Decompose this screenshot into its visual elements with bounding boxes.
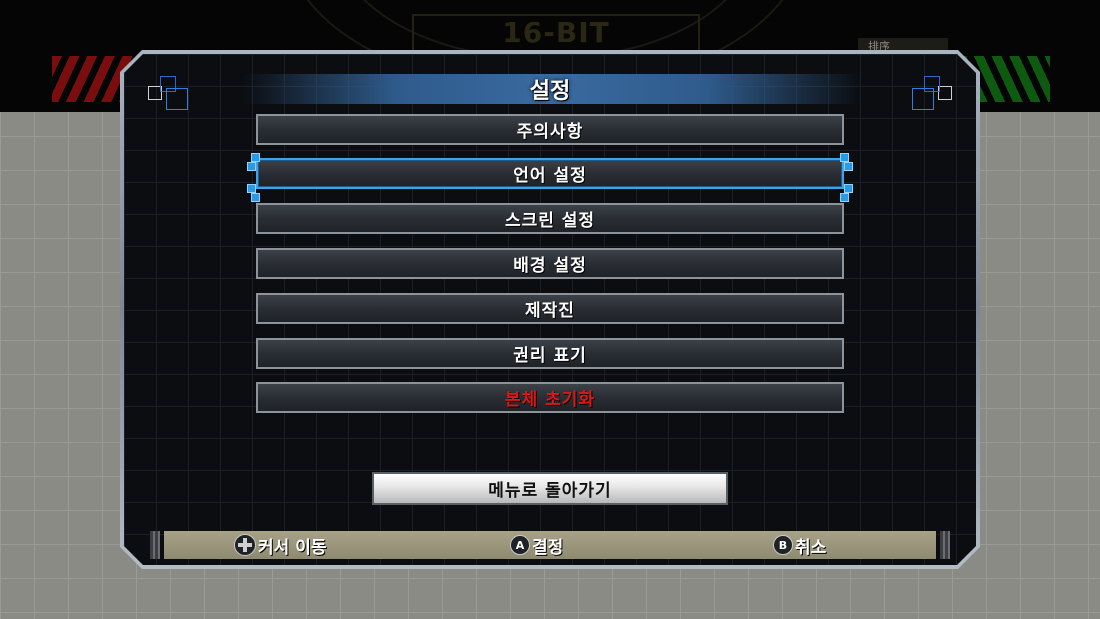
footer-cap-left [150,531,160,559]
menu-item-language-settings[interactable]: 언어 설정 [256,158,844,189]
hint-cancel: B 취소 [773,531,826,559]
back-to-menu-button[interactable]: 메뉴로 돌아가기 [372,472,728,505]
selection-handle [840,153,849,162]
selection-handle [247,184,256,193]
menu-item-label: 본체 초기화 [504,390,596,410]
menu-item-label: 권리 표기 [513,346,587,366]
selection-handle [844,162,853,171]
selection-handle [251,153,260,162]
footer-cap-right [940,531,950,559]
menu-item-background-settings[interactable]: 배경 설정 [256,248,844,279]
menu-item-factory-reset[interactable]: 본체 초기화 [256,382,844,413]
menu-item-credits[interactable]: 제작진 [256,293,844,324]
selection-handle [844,184,853,193]
corner-squares-icon [910,70,954,110]
menu-item-copyright[interactable]: 권리 표기 [256,338,844,369]
menu-item-label: 스크린 설정 [504,211,596,231]
background-logo: 16-BIT [502,16,610,49]
controls-footer: 커서 이동 A 결정 B 취소 [164,531,936,559]
dialog-title: 설정 [529,79,571,104]
menu-item-screen-settings[interactable]: 스크린 설정 [256,203,844,234]
selection-handle [247,162,256,171]
settings-dialog-panel: 설정 주의사항 언어 설정 스크린 설정 배경 설정 제작진 권리 표기 본체 … [124,54,976,565]
hint-move-cursor: 커서 이동 [234,531,326,559]
selection-handle [251,193,260,202]
menu-item-label: 주의사항 [516,122,584,142]
corner-squares-icon [146,70,190,110]
back-to-menu-label: 메뉴로 돌아가기 [488,481,612,501]
settings-dialog: 설정 주의사항 언어 설정 스크린 설정 배경 설정 제작진 권리 표기 본체 … [120,50,980,569]
menu-item-label: 언어 설정 [513,166,587,186]
hint-confirm-label: 결정 [532,537,564,558]
menu-item-notice[interactable]: 주의사항 [256,114,844,145]
hint-confirm: A 결정 [510,531,563,559]
a-button-icon: A [510,535,530,555]
b-button-icon: B [773,535,793,555]
menu-item-label: 배경 설정 [513,256,587,276]
hint-move-label: 커서 이동 [258,537,327,558]
dpad-icon [234,534,256,556]
menu-item-label: 제작진 [525,301,575,321]
selection-handle [840,193,849,202]
hint-cancel-label: 취소 [795,537,827,558]
